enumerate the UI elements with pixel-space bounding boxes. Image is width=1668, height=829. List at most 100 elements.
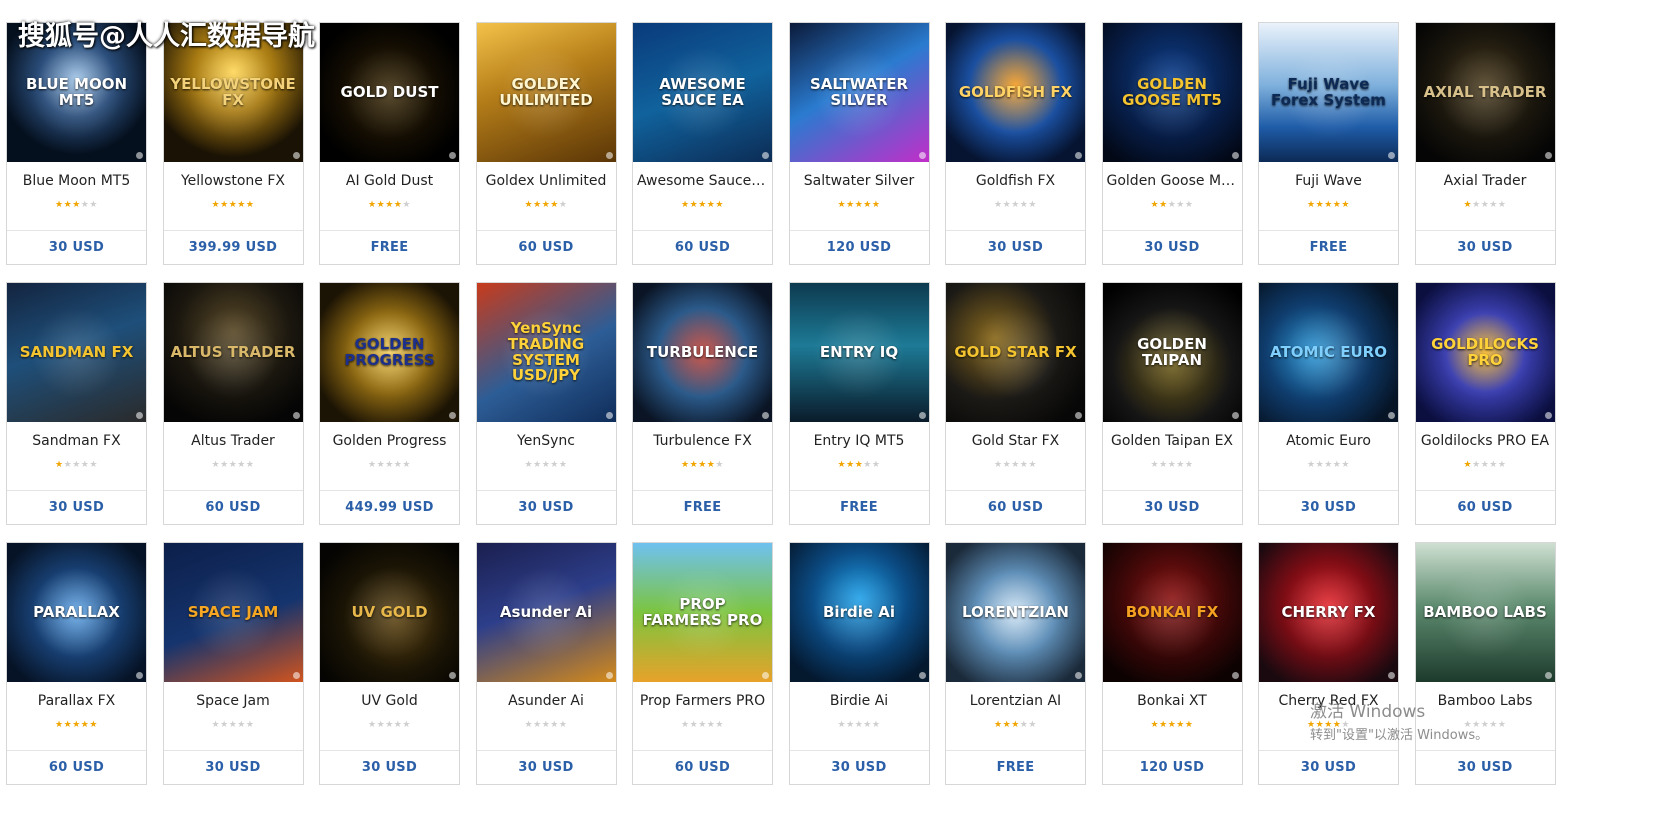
product-price[interactable]: 30 USD xyxy=(790,751,929,784)
product-card[interactable]: LORENTZIAN Lorentzian AI ★★★★★ FREE xyxy=(945,542,1086,785)
product-thumbnail[interactable]: Birdie Ai xyxy=(789,543,929,682)
product-card[interactable]: GOLDEN PROGRESS Golden Progress ★★★★★ 449.9… xyxy=(319,282,460,525)
product-price[interactable]: 60 USD xyxy=(633,751,772,784)
product-card[interactable]: SPACE JAM Space Jam ★★★★★ 30 USD xyxy=(162,542,304,785)
product-thumbnail[interactable]: ATOMIC EURO xyxy=(1259,283,1398,422)
product-card[interactable]: GOLDILOCKS PRO Goldilocks PRO EA ★★★★★ 60 U… xyxy=(1414,282,1556,525)
product-thumbnail[interactable]: Asunder Ai xyxy=(476,543,616,682)
product-name[interactable]: Saltwater Silver xyxy=(790,162,929,200)
product-card[interactable]: GOLDEN TAIPAN Golden Taipan EX ★★★★★ 30 USD xyxy=(1101,282,1243,525)
product-card[interactable]: AXIAL TRADER Axial Trader ★★★★★ 30 USD xyxy=(1414,22,1556,265)
product-name[interactable]: AI Gold Dust xyxy=(320,162,459,200)
product-card[interactable]: YELLOWSTONE FX Yellowstone FX ★★★★★ 399.99 … xyxy=(162,22,304,265)
product-price[interactable]: 30 USD xyxy=(1103,231,1242,264)
product-card[interactable]: Fuji Wave Forex System Fuji Wave ★★★★★ FREE xyxy=(1258,22,1399,265)
product-name[interactable]: Goldex Unlimited xyxy=(477,162,616,200)
product-thumbnail[interactable]: PARALLAX xyxy=(7,543,146,682)
product-price[interactable]: 30 USD xyxy=(1416,751,1555,784)
product-price[interactable]: FREE xyxy=(790,491,929,524)
product-price[interactable]: 60 USD xyxy=(946,491,1085,524)
product-price[interactable]: 30 USD xyxy=(1103,491,1242,524)
product-thumbnail[interactable]: ALTUS TRADER xyxy=(163,283,303,422)
product-card[interactable]: PARALLAX Parallax FX ★★★★★ 60 USD xyxy=(6,542,147,785)
product-price[interactable]: 30 USD xyxy=(1259,491,1398,524)
product-price[interactable]: 30 USD xyxy=(7,231,146,264)
product-card[interactable]: SALTWATER SILVER Saltwater Silver ★★★★★ 120… xyxy=(788,22,930,265)
product-price[interactable]: 30 USD xyxy=(1259,751,1398,784)
product-price[interactable]: 30 USD xyxy=(164,751,303,784)
product-price[interactable]: 120 USD xyxy=(1103,751,1242,784)
product-price[interactable]: 30 USD xyxy=(946,231,1085,264)
product-card[interactable]: UV GOLD UV Gold ★★★★★ 30 USD xyxy=(319,542,460,785)
product-thumbnail[interactable]: PROP FARMERS PRO xyxy=(633,543,772,682)
product-price[interactable]: 30 USD xyxy=(477,491,616,524)
product-price[interactable]: 30 USD xyxy=(320,751,459,784)
product-card[interactable]: GOLDFISH FX Goldfish FX ★★★★★ 30 USD xyxy=(945,22,1086,265)
product-card[interactable]: PROP FARMERS PRO Prop Farmers PRO ★★★★★ 60 … xyxy=(632,542,773,785)
product-price[interactable]: FREE xyxy=(633,491,772,524)
product-thumbnail[interactable]: GOLD STAR FX xyxy=(946,283,1085,422)
product-card[interactable]: CHERRY FX Cherry Red FX ★★★★★ 30 USD xyxy=(1258,542,1399,785)
product-name[interactable]: Golden Taipan EX xyxy=(1103,422,1242,460)
product-card[interactable]: ENTRY IQ Entry IQ MT5 ★★★★★ FREE xyxy=(788,282,930,525)
product-name[interactable]: Sandman FX xyxy=(7,422,146,460)
product-price[interactable]: 30 USD xyxy=(7,491,146,524)
product-name[interactable]: Goldfish FX xyxy=(946,162,1085,200)
product-thumbnail[interactable]: LORENTZIAN xyxy=(946,543,1085,682)
product-card[interactable]: BAMBOO LABS Bamboo Labs ★★★★★ 30 USD xyxy=(1414,542,1556,785)
product-thumbnail[interactable]: BONKAI FX xyxy=(1102,543,1242,682)
product-price[interactable]: 60 USD xyxy=(7,751,146,784)
product-name[interactable]: Entry IQ MT5 xyxy=(790,422,929,460)
product-card[interactable]: ATOMIC EURO Atomic Euro ★★★★★ 30 USD xyxy=(1258,282,1399,525)
product-thumbnail[interactable]: YenSync TRADING SYSTEM USD/JPY xyxy=(476,283,616,422)
product-name[interactable]: Prop Farmers PRO xyxy=(633,682,772,720)
product-thumbnail[interactable]: TURBULENCE xyxy=(633,283,772,422)
product-card[interactable]: TURBULENCE Turbulence FX ★★★★★ FREE xyxy=(632,282,773,525)
product-price[interactable]: FREE xyxy=(320,231,459,264)
product-thumbnail[interactable]: GOLDEX UNLIMITED xyxy=(476,23,616,162)
product-name[interactable]: Altus Trader xyxy=(164,422,303,460)
product-card[interactable]: Birdie Ai Birdie Ai ★★★★★ 30 USD xyxy=(788,542,930,785)
product-thumbnail[interactable]: AWESOME SAUCE EA xyxy=(633,23,772,162)
product-name[interactable]: Bonkai XT xyxy=(1103,682,1242,720)
product-thumbnail[interactable]: SALTWATER SILVER xyxy=(789,23,929,162)
product-thumbnail[interactable]: SPACE JAM xyxy=(163,543,303,682)
product-card[interactable]: GOLD STAR FX Gold Star FX ★★★★★ 60 USD xyxy=(945,282,1086,525)
product-thumbnail[interactable]: GOLDEN PROGRESS xyxy=(320,283,459,422)
product-name[interactable]: Atomic Euro xyxy=(1259,422,1398,460)
product-name[interactable]: YenSync xyxy=(477,422,616,460)
product-name[interactable]: Axial Trader xyxy=(1416,162,1555,200)
product-card[interactable]: BONKAI FX Bonkai XT ★★★★★ 120 USD xyxy=(1101,542,1243,785)
product-name[interactable]: Awesome Sauce EA xyxy=(633,162,772,200)
product-card[interactable]: ALTUS TRADER Altus Trader ★★★★★ 60 USD xyxy=(162,282,304,525)
product-price[interactable]: 60 USD xyxy=(164,491,303,524)
product-thumbnail[interactable]: Fuji Wave Forex System xyxy=(1259,23,1398,162)
product-name[interactable]: Golden Goose MT5 xyxy=(1103,162,1242,200)
product-card[interactable]: Asunder Ai Asunder Ai ★★★★★ 30 USD xyxy=(475,542,617,785)
product-card[interactable]: YenSync TRADING SYSTEM USD/JPY YenSync ★★★… xyxy=(475,282,617,525)
product-thumbnail[interactable]: UV GOLD xyxy=(320,543,459,682)
product-name[interactable]: Lorentzian AI xyxy=(946,682,1085,720)
product-thumbnail[interactable]: SANDMAN FX xyxy=(7,283,146,422)
product-price[interactable]: 449.99 USD xyxy=(320,491,459,524)
product-thumbnail[interactable]: BAMBOO LABS xyxy=(1415,543,1555,682)
product-name[interactable]: Asunder Ai xyxy=(477,682,616,720)
product-thumbnail[interactable]: GOLDEN GOOSE MT5 xyxy=(1102,23,1242,162)
product-thumbnail[interactable]: ENTRY IQ xyxy=(789,283,929,422)
product-name[interactable]: Space Jam xyxy=(164,682,303,720)
product-name[interactable]: Goldilocks PRO EA xyxy=(1416,422,1555,460)
product-card[interactable]: GOLDEX UNLIMITED Goldex Unlimited ★★★★★ 60 … xyxy=(475,22,617,265)
product-name[interactable]: Golden Progress xyxy=(320,422,459,460)
product-name[interactable]: Blue Moon MT5 xyxy=(7,162,146,200)
product-price[interactable]: 60 USD xyxy=(1416,491,1555,524)
product-price[interactable]: 120 USD xyxy=(790,231,929,264)
product-price[interactable]: 60 USD xyxy=(477,231,616,264)
product-card[interactable]: GOLDEN GOOSE MT5 Golden Goose MT5 ★★★★★ 30 … xyxy=(1101,22,1243,265)
product-price[interactable]: 30 USD xyxy=(477,751,616,784)
product-price[interactable]: FREE xyxy=(946,751,1085,784)
product-thumbnail[interactable]: GOLDFISH FX xyxy=(946,23,1085,162)
product-thumbnail[interactable]: GOLD DUST xyxy=(320,23,459,162)
product-card[interactable]: BLUE MOON MT5 Blue Moon MT5 ★★★★★ 30 USD xyxy=(6,22,147,265)
product-price[interactable]: 399.99 USD xyxy=(164,231,303,264)
product-price[interactable]: FREE xyxy=(1259,231,1398,264)
